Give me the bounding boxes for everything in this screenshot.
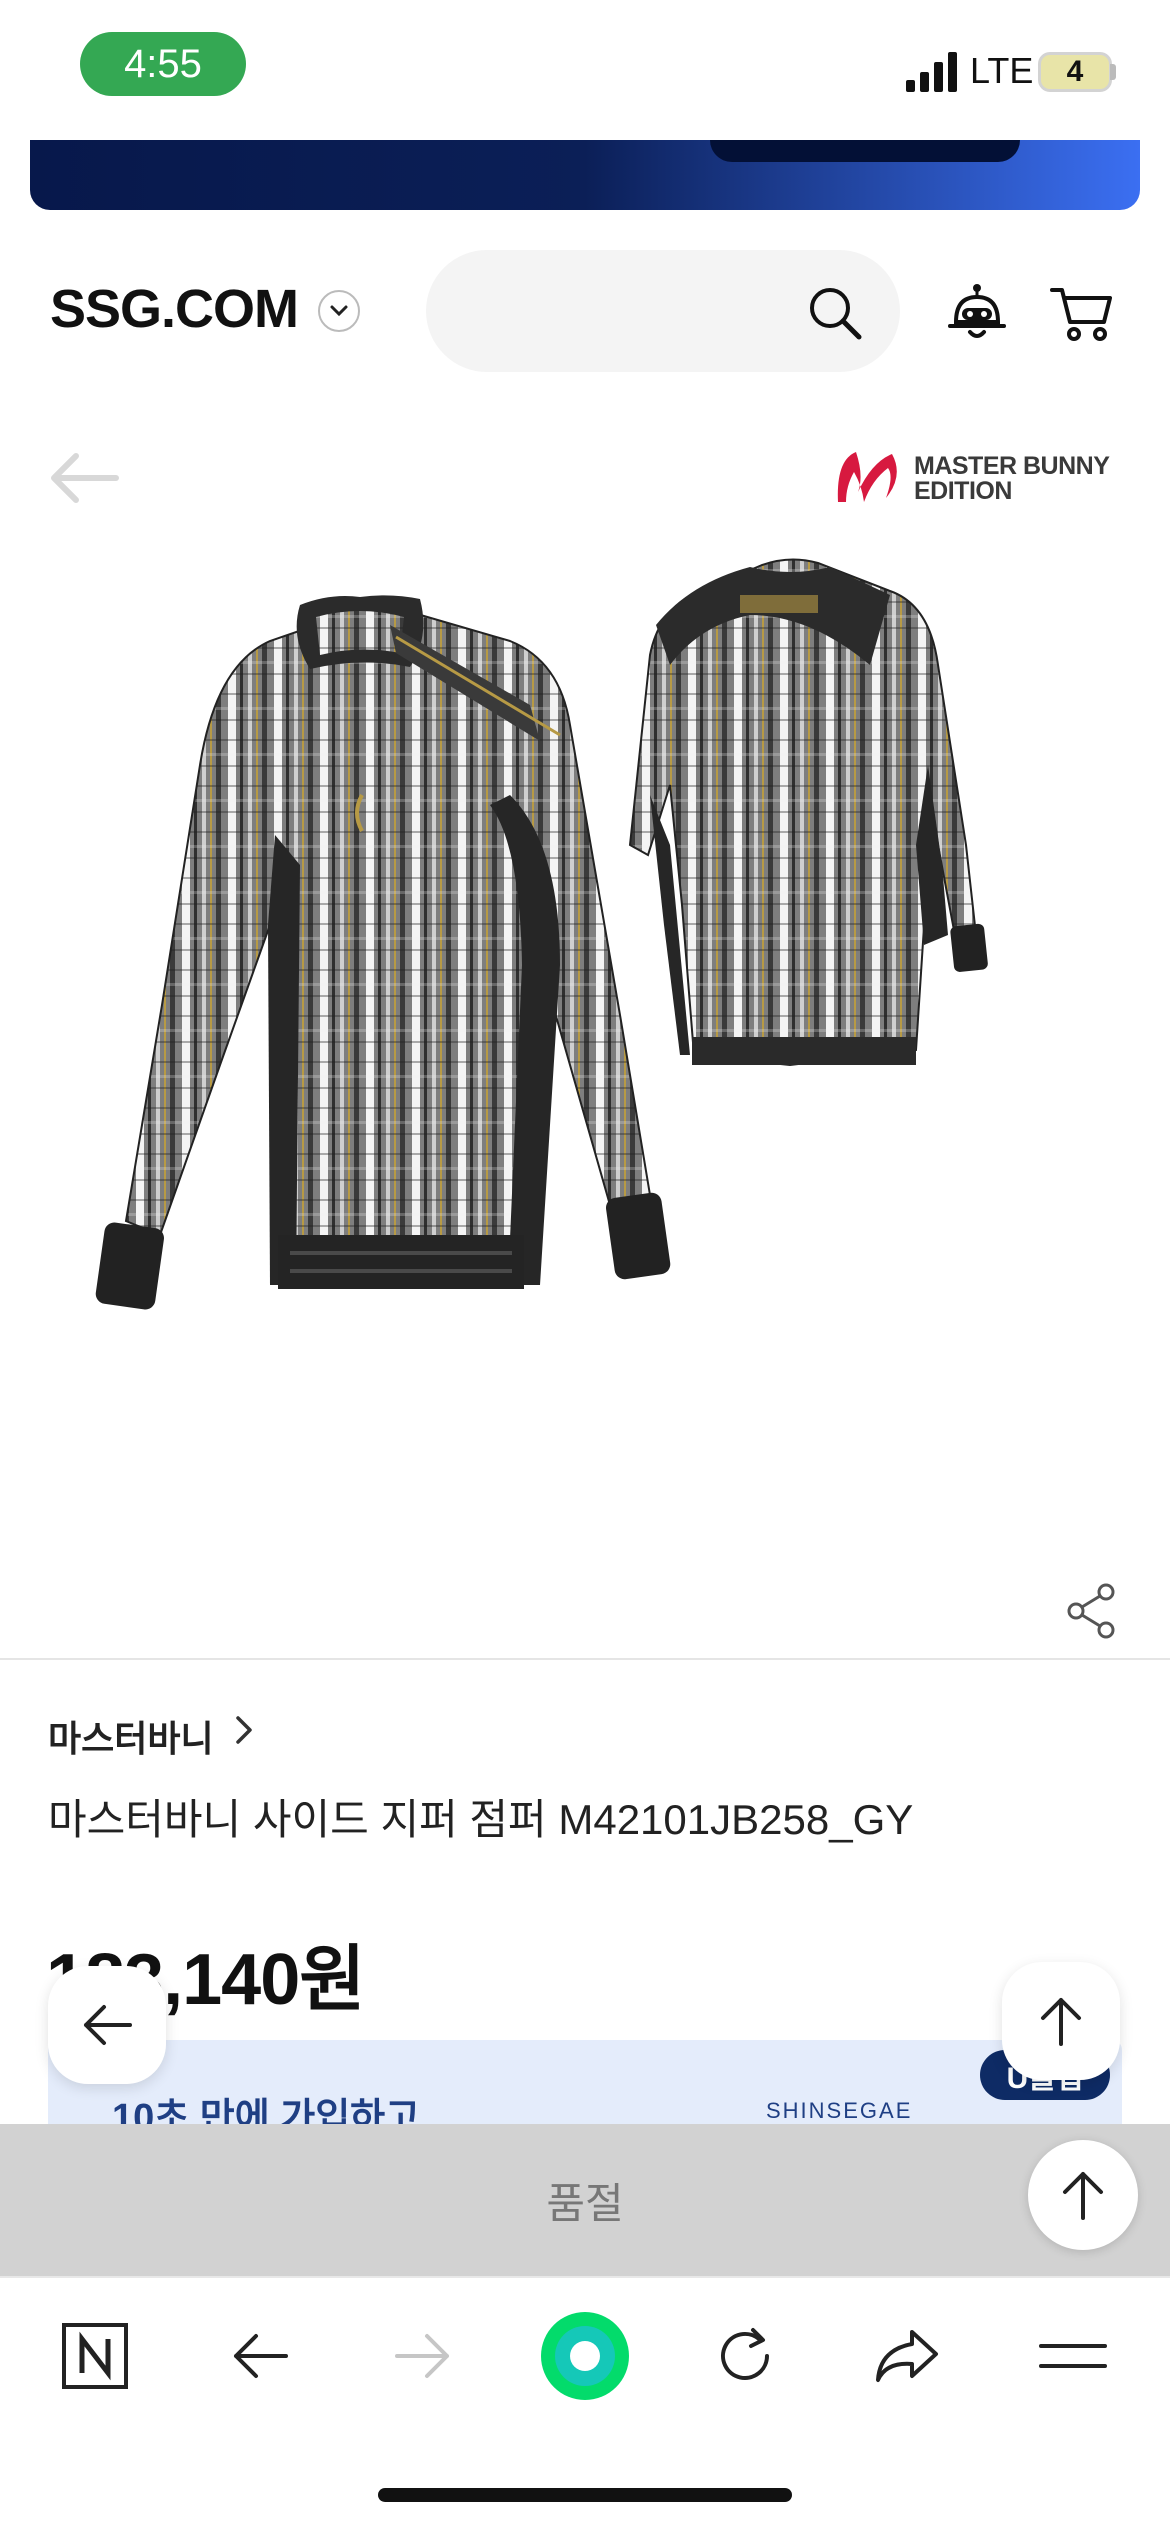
brand-logo-text: MASTER BUNNY EDITION (914, 452, 1110, 505)
browser-share-button[interactable] (862, 2316, 952, 2396)
menu-button[interactable] (1028, 2316, 1118, 2396)
image-prev-arrow-icon[interactable] (46, 450, 122, 506)
divider (0, 1658, 1170, 1660)
hamburger-menu-icon (1039, 2344, 1107, 2368)
banner-button[interactable] (710, 140, 1020, 162)
brand-link[interactable]: 마스터바니 (48, 1710, 214, 1762)
cart-icon[interactable] (1050, 284, 1114, 342)
naver-n-icon (62, 2323, 128, 2389)
battery-cap (1110, 64, 1116, 80)
arrow-up-icon (1041, 1998, 1081, 2046)
battery-indicator: 4 (1038, 52, 1112, 92)
chevron-right-icon[interactable] (230, 1712, 258, 1748)
reload-button[interactable] (700, 2316, 790, 2396)
product-title: 마스터바니 사이드 지퍼 점퍼 M42101JB258_GY (48, 1796, 914, 1843)
floating-scroll-top-button[interactable] (1002, 1962, 1120, 2080)
site-logo[interactable]: SSG.COM (50, 278, 299, 340)
share-arrow-icon (876, 2330, 938, 2382)
reload-icon (721, 2328, 769, 2380)
soldout-label: 품절 (546, 2179, 624, 2227)
product-image[interactable] (90, 545, 1080, 1505)
green-dot-button[interactable] (540, 2312, 630, 2400)
status-time: 4:55 (80, 32, 246, 96)
browser-forward-button[interactable] (378, 2316, 468, 2396)
signal-icon (906, 52, 957, 92)
naver-home-button[interactable] (50, 2316, 140, 2396)
brand-logo: MASTER BUNNY EDITION (834, 446, 1134, 516)
floating-back-button[interactable] (48, 1966, 166, 2084)
green-dot-icon (541, 2312, 629, 2400)
master-bunny-logo-icon (837, 452, 897, 502)
browser-back-button[interactable] (215, 2316, 305, 2396)
soldout-bar: 품절 (0, 2124, 1170, 2276)
arrow-right-icon (395, 2334, 449, 2378)
arrow-up-icon (1063, 2172, 1103, 2220)
home-indicator (378, 2488, 792, 2502)
scroll-top-button[interactable] (1028, 2140, 1138, 2250)
promo-brand: SHINSEGAE (766, 2098, 913, 2123)
arrow-left-icon (84, 2005, 132, 2045)
network-label: LTE (970, 50, 1034, 91)
chevron-down-icon (330, 305, 348, 317)
arrow-left-icon (234, 2334, 288, 2378)
mall-switch-button[interactable] (318, 290, 360, 332)
share-icon[interactable] (1064, 1582, 1118, 1640)
chatbot-icon[interactable] (948, 282, 1006, 344)
search-icon[interactable] (806, 284, 864, 342)
